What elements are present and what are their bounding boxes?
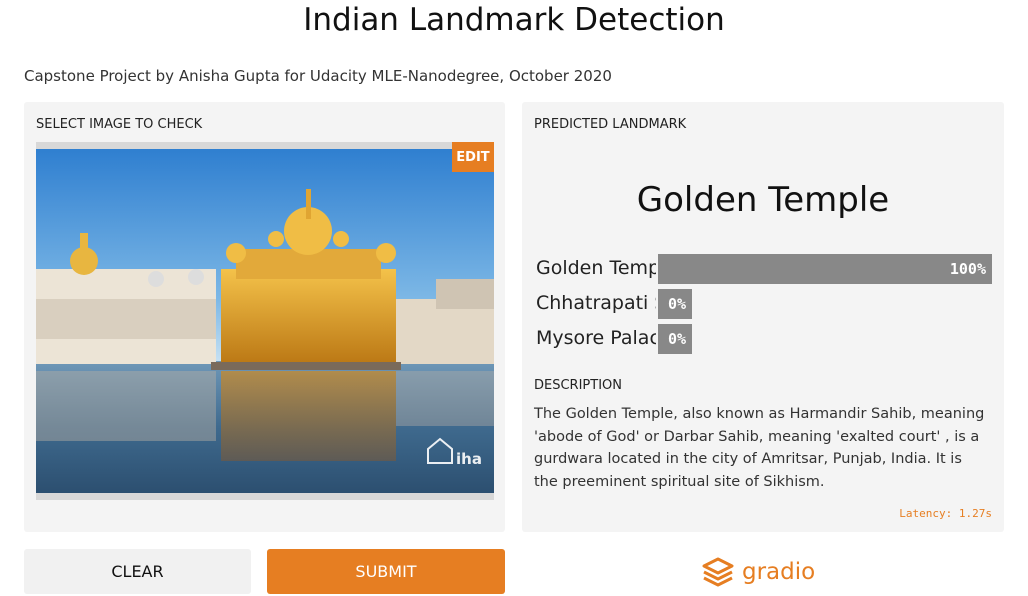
watermark-text: iha [456, 450, 482, 468]
confidence-label: Mysore Palace [536, 327, 656, 349]
description-text: The Golden Temple, also known as Harmand… [534, 406, 985, 490]
landmark-image: iha [36, 149, 494, 493]
input-panel-label: SELECT IMAGE TO CHECK [36, 117, 203, 132]
confidence-label: Golden Temple [536, 257, 656, 279]
confidence-label: Chhatrapati Shivaji [536, 292, 656, 314]
gradio-logo-icon [702, 557, 734, 587]
output-panel-label: PREDICTED LANDMARK [534, 117, 687, 132]
page-title: Indian Landmark Detection [303, 2, 725, 38]
gradio-brand-text: gradio [742, 559, 816, 585]
image-upload-area[interactable]: iha EDIT [36, 142, 494, 500]
output-panel: PREDICTED LANDMARK Golden Temple Golden … [522, 102, 1004, 532]
confidence-bar: 0% [658, 324, 692, 354]
prediction-label: Golden Temple [636, 180, 890, 220]
description-label: DESCRIPTION [534, 378, 622, 393]
golden-temple-photo: iha [36, 149, 494, 493]
latency-text: Latency: 1.27s [899, 507, 992, 520]
gradio-brand[interactable]: gradio [702, 555, 815, 589]
page-subtitle: Capstone Project by Anisha Gupta for Uda… [24, 67, 612, 85]
clear-button[interactable]: CLEAR [24, 549, 251, 594]
confidence-bar: 0% [658, 289, 692, 319]
confidence-row: Mysore Palace 0% [536, 324, 992, 354]
edit-button[interactable]: EDIT [452, 142, 494, 172]
confidence-bar: 100% [658, 254, 992, 284]
confidence-row: Golden Temple 100% [536, 254, 992, 284]
submit-button[interactable]: SUBMIT [267, 549, 505, 594]
input-panel: SELECT IMAGE TO CHECK iha EDIT [24, 102, 505, 532]
confidence-row: Chhatrapati Shivaji 0% [536, 289, 992, 319]
